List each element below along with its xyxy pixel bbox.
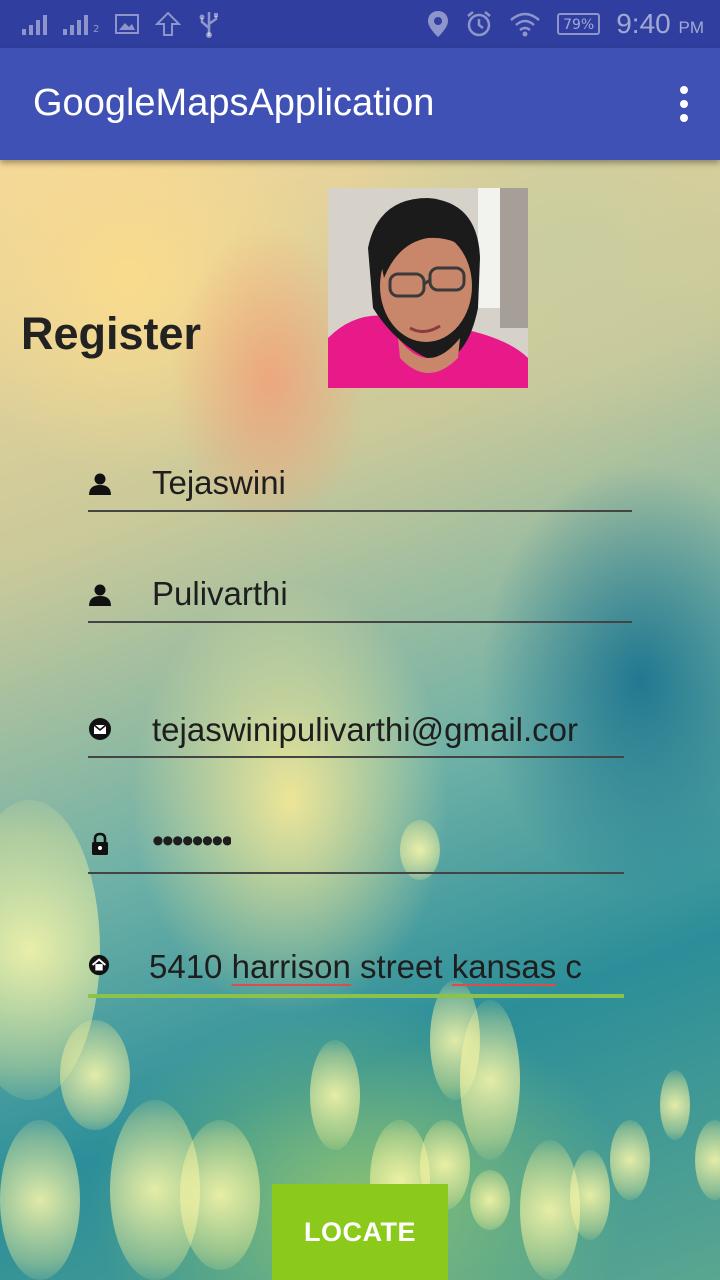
clock-ampm: PM — [678, 18, 705, 37]
password-underline — [88, 872, 624, 874]
email-icon — [89, 718, 111, 740]
more-vert-icon[interactable] — [678, 86, 690, 122]
address-underline — [88, 994, 624, 998]
lock-icon — [92, 832, 108, 855]
app-title: GoogleMapsApplication — [33, 82, 435, 124]
home-icon — [88, 954, 110, 976]
address-text-1: 5410 — [149, 948, 232, 985]
locate-button[interactable]: LOCATE — [272, 1184, 448, 1280]
first-name-value: Tejaswini — [152, 464, 286, 501]
battery-indicator: 79% — [557, 13, 601, 35]
password-value: •••••••• — [152, 822, 232, 860]
address-text-3: street — [350, 948, 452, 985]
address-value: 5410 harrison street kansas c — [149, 948, 625, 986]
password-field[interactable]: •••••••• — [88, 822, 624, 876]
avatar-image — [328, 188, 528, 388]
address-text-4: kansas — [451, 948, 557, 985]
person-icon — [89, 473, 111, 495]
address-text-5: c — [556, 948, 582, 985]
first-name-underline — [88, 510, 632, 512]
last-name-underline — [88, 621, 632, 623]
profile-photo[interactable] — [328, 188, 528, 388]
signal-icon — [22, 13, 47, 35]
app-bar: GoogleMapsApplication — [0, 48, 720, 160]
usb-icon — [199, 12, 219, 38]
status-clock: 9:40 PM — [616, 8, 704, 40]
status-right: 79% 9:40 PM — [427, 0, 704, 48]
last-name-field[interactable]: Pulivarthi — [88, 573, 632, 625]
person-icon — [89, 584, 111, 606]
first-name-field[interactable]: Tejaswini — [88, 462, 632, 514]
register-heading: Register — [21, 308, 202, 359]
alarm-icon — [467, 11, 491, 37]
clock-time: 9:40 — [616, 8, 671, 39]
status-left: 2 — [22, 0, 221, 48]
last-name-value: Pulivarthi — [152, 575, 288, 612]
wifi-icon — [510, 12, 540, 37]
email-field[interactable]: tejaswinipulivarthi@gmail.cor — [88, 709, 624, 761]
signal-sim2-icon: 2 — [63, 13, 99, 35]
sim-slot-label: 2 — [93, 24, 100, 35]
address-text-2: harrison — [231, 948, 351, 985]
upload-icon — [155, 11, 182, 36]
status-bar: 2 79% 9:40 PM — [0, 0, 720, 48]
address-field[interactable]: 5410 harrison street kansas c — [88, 946, 624, 1000]
email-underline — [88, 756, 624, 758]
image-icon — [115, 14, 140, 34]
email-value: tejaswinipulivarthi@gmail.cor — [152, 711, 578, 748]
location-icon — [428, 11, 449, 37]
